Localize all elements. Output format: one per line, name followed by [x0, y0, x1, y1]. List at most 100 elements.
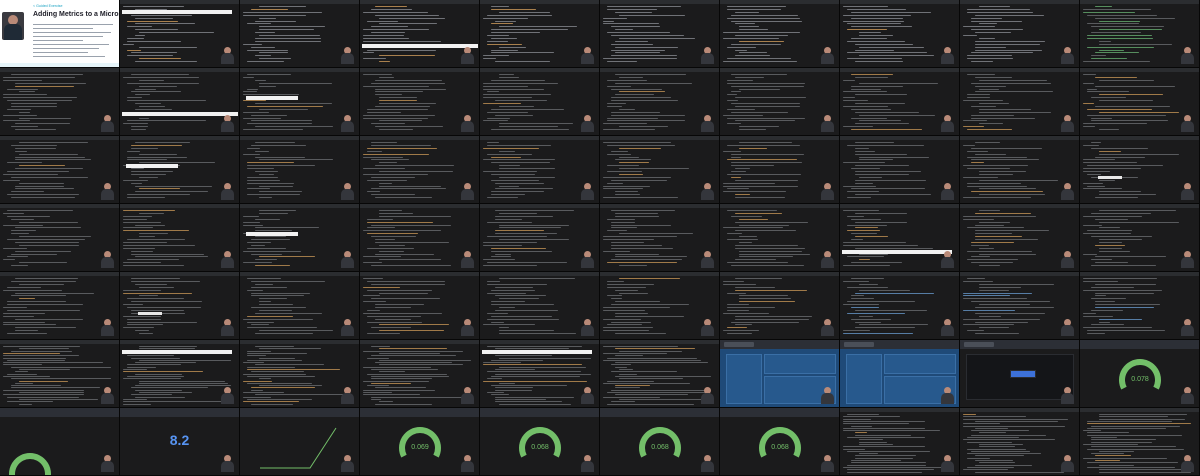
video-thumbnail[interactable]	[840, 0, 960, 68]
video-thumbnail[interactable]	[120, 68, 240, 136]
video-thumbnail[interactable]	[600, 272, 720, 340]
code-line	[371, 265, 451, 267]
code-line	[1099, 43, 1172, 45]
video-thumbnail[interactable]: 0.068	[480, 408, 600, 476]
video-thumbnail[interactable]	[1080, 0, 1200, 68]
video-thumbnail[interactable]	[240, 68, 360, 136]
code-line	[247, 241, 271, 243]
video-thumbnail[interactable]	[360, 204, 480, 272]
video-thumbnail[interactable]	[960, 340, 1080, 408]
video-thumbnail[interactable]	[600, 340, 720, 408]
video-thumbnail[interactable]	[240, 272, 360, 340]
code-line	[483, 120, 509, 122]
video-thumbnail[interactable]	[240, 0, 360, 68]
video-thumbnail[interactable]	[480, 0, 600, 68]
video-thumbnail[interactable]	[240, 204, 360, 272]
code-line	[979, 315, 1001, 317]
video-thumbnail[interactable]	[0, 408, 120, 476]
code-line	[723, 185, 798, 187]
video-thumbnail[interactable]	[360, 0, 480, 68]
code-line	[851, 295, 865, 297]
code-line	[607, 171, 642, 172]
code-line	[491, 394, 509, 396]
video-thumbnail[interactable]	[0, 272, 120, 340]
code-line	[363, 117, 429, 119]
editor-tab-bar	[960, 204, 1079, 208]
video-thumbnail[interactable]	[0, 68, 120, 136]
video-thumbnail[interactable]	[360, 68, 480, 136]
video-thumbnail[interactable]	[120, 136, 240, 204]
code-line	[483, 265, 537, 267]
video-thumbnail[interactable]	[600, 204, 720, 272]
video-thumbnail[interactable]	[960, 0, 1080, 68]
video-thumbnail[interactable]	[1080, 204, 1200, 272]
video-thumbnail[interactable]	[960, 272, 1080, 340]
video-thumbnail[interactable]	[0, 136, 120, 204]
video-thumbnail[interactable]	[0, 204, 120, 272]
video-thumbnail[interactable]	[240, 136, 360, 204]
code-line	[1095, 307, 1155, 308]
code-line	[851, 318, 892, 320]
video-thumbnail[interactable]	[360, 340, 480, 408]
code-line	[855, 173, 910, 175]
video-thumbnail[interactable]	[480, 272, 600, 340]
video-thumbnail[interactable]: 0.068	[600, 408, 720, 476]
code-line	[731, 321, 800, 323]
code-line	[487, 111, 529, 113]
code-line	[7, 309, 80, 311]
video-thumbnail[interactable]	[840, 340, 960, 408]
video-thumbnail[interactable]	[360, 272, 480, 340]
video-thumbnail[interactable]: 0.078	[1080, 340, 1200, 408]
video-thumbnail[interactable]	[720, 0, 840, 68]
code-line	[855, 153, 907, 155]
video-thumbnail[interactable]	[720, 136, 840, 204]
video-thumbnail[interactable]	[840, 408, 960, 476]
video-thumbnail[interactable]	[120, 0, 240, 68]
code-lines	[1083, 210, 1193, 268]
video-thumbnail[interactable]	[600, 0, 720, 68]
video-thumbnail[interactable]	[360, 136, 480, 204]
video-thumbnail[interactable]	[120, 340, 240, 408]
code-line	[127, 259, 179, 261]
video-thumbnail[interactable]	[480, 136, 600, 204]
code-line	[1087, 37, 1153, 39]
video-thumbnail[interactable]: 0.068	[720, 408, 840, 476]
video-thumbnail[interactable]	[960, 136, 1080, 204]
video-thumbnail[interactable]	[120, 272, 240, 340]
video-thumbnail[interactable]	[960, 204, 1080, 272]
video-thumbnail[interactable]	[480, 204, 600, 272]
video-thumbnail[interactable]	[600, 68, 720, 136]
video-thumbnail[interactable]	[720, 340, 840, 408]
video-thumbnail[interactable]	[1080, 408, 1200, 476]
video-thumbnail[interactable]: < Guided Exercise Adding Metrics to a Mic…	[0, 0, 120, 68]
video-thumbnail[interactable]	[840, 68, 960, 136]
video-thumbnail[interactable]	[1080, 136, 1200, 204]
video-thumbnail[interactable]	[1080, 272, 1200, 340]
video-thumbnail[interactable]	[840, 204, 960, 272]
video-thumbnail[interactable]: 0.069	[360, 408, 480, 476]
code-line	[243, 318, 313, 320]
video-thumbnail[interactable]	[120, 204, 240, 272]
video-thumbnail[interactable]: 8.2	[120, 408, 240, 476]
video-thumbnail[interactable]	[480, 68, 600, 136]
video-thumbnail[interactable]	[240, 340, 360, 408]
video-thumbnail[interactable]	[240, 408, 360, 476]
code-line	[123, 327, 154, 329]
code-line	[619, 76, 644, 78]
video-thumbnail[interactable]	[720, 204, 840, 272]
video-thumbnail[interactable]	[840, 272, 960, 340]
video-thumbnail[interactable]	[840, 136, 960, 204]
video-thumbnail[interactable]	[720, 272, 840, 340]
video-thumbnail[interactable]	[960, 68, 1080, 136]
video-thumbnail[interactable]	[480, 340, 600, 408]
video-thumbnail[interactable]	[720, 68, 840, 136]
code-line	[615, 29, 634, 31]
code-line	[611, 210, 676, 211]
video-thumbnail[interactable]	[960, 408, 1080, 476]
video-thumbnail[interactable]	[0, 340, 120, 408]
add-panel-button[interactable]	[1010, 370, 1036, 378]
code-line	[7, 401, 53, 403]
presenter-webcam	[1181, 319, 1194, 336]
video-thumbnail[interactable]	[600, 136, 720, 204]
video-thumbnail[interactable]	[1080, 68, 1200, 136]
